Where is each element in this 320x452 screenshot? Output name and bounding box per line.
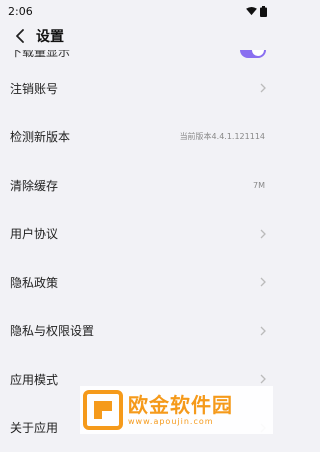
setting-label: 清除缓存 [10,177,253,194]
back-button[interactable] [12,28,28,44]
chevron-right-icon [259,229,267,239]
setting-label: 下载量显示 [10,50,70,60]
setting-label: 隐私政策 [10,274,255,291]
setting-row-privacy-policy[interactable]: 隐私政策 [0,258,277,307]
current-version-text: 当前版本4.4.1.121114 [180,131,265,142]
setting-label: 注销账号 [10,80,255,97]
setting-row-clear-cache[interactable]: 清除缓存 7M [0,161,277,210]
setting-label: 隐私与权限设置 [10,322,255,339]
watermark-logo-icon [82,389,124,431]
status-icons [246,6,267,17]
watermark-url: www.apoujin.com [128,417,233,427]
battery-icon [260,6,267,17]
watermark-text: 欧金软件园 www.apoujin.com [128,393,233,427]
setting-row-user-agreement[interactable]: 用户协议 [0,210,277,259]
setting-row-privacy-permissions[interactable]: 隐私与权限设置 [0,307,277,356]
setting-row-delete-account[interactable]: 注销账号 [0,64,277,113]
wifi-icon [246,7,257,16]
chevron-right-icon [259,277,267,287]
download-count-toggle[interactable] [240,50,266,58]
chevron-right-icon [259,374,267,384]
setting-row-check-update[interactable]: 检测新版本 当前版本4.4.1.121114 [0,113,277,162]
header: 设置 [0,22,277,50]
setting-label: 检测新版本 [10,128,180,145]
page-title: 设置 [36,26,64,46]
setting-row-download-count[interactable]: 下载量显示 [0,50,277,64]
cache-size-text: 7M [253,181,265,190]
status-bar: 2:06 [0,0,277,22]
chevron-right-icon [259,326,267,336]
chevron-right-icon [259,83,267,93]
status-time: 2:06 [8,5,33,18]
setting-label: 用户协议 [10,225,255,242]
watermark-title: 欧金软件园 [128,393,233,417]
back-arrow-icon [16,29,24,43]
watermark: 欧金软件园 www.apoujin.com [80,386,273,434]
